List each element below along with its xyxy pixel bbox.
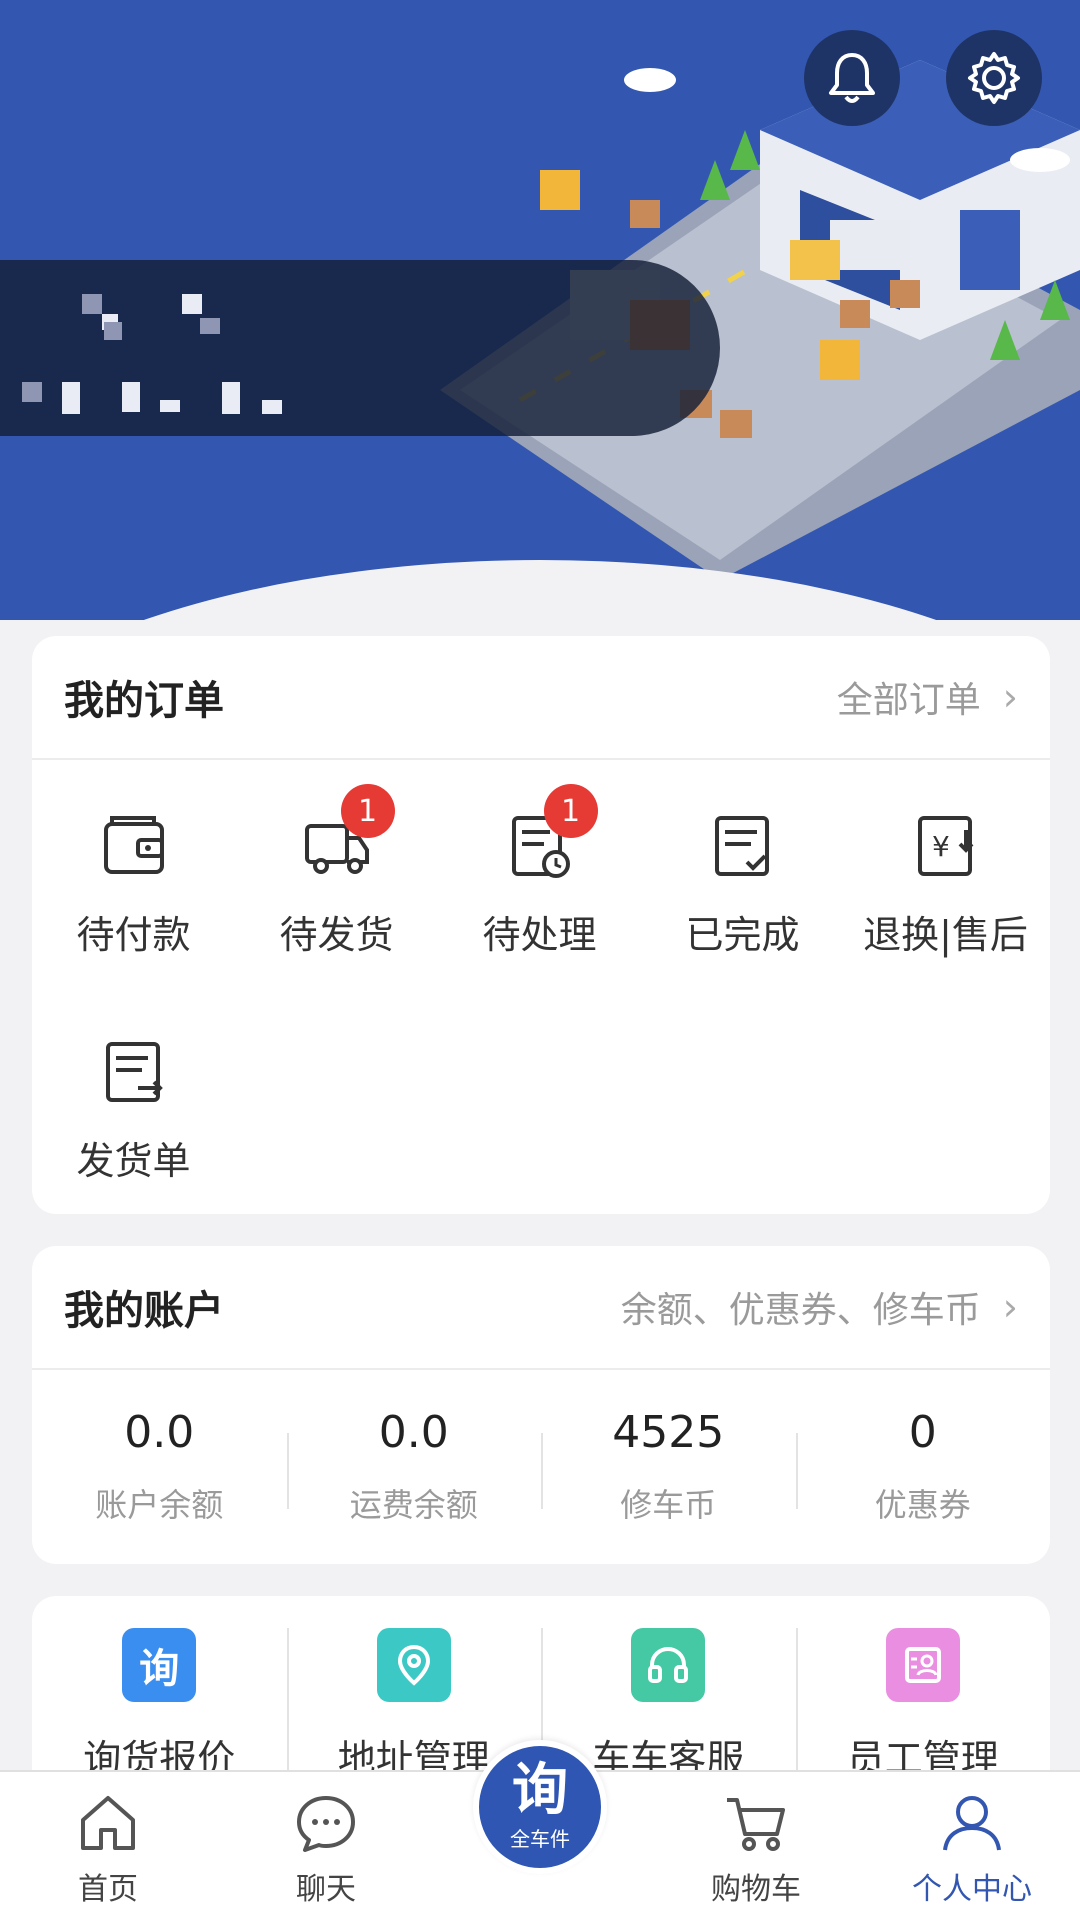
chevron-right-icon: › — [1002, 1285, 1018, 1329]
masked-text — [262, 400, 282, 414]
masked-text — [182, 294, 202, 314]
masked-text — [104, 322, 122, 340]
stat-value: 0.0 — [378, 1406, 449, 1458]
inquiry-icon: 询 — [122, 1628, 197, 1702]
tab-label: 聊天 — [296, 1872, 356, 1907]
masked-text — [200, 318, 220, 334]
tab-profile[interactable]: 个人中心 — [892, 1790, 1052, 1908]
orders-title: 我的订单 — [64, 678, 224, 724]
person-icon — [943, 1796, 1001, 1851]
inquiry-logo-icon: 询 全车件 — [473, 1740, 607, 1874]
orders-header: 我的订单 全部订单 › — [32, 636, 1050, 760]
headset-icon — [631, 1628, 706, 1702]
center-glyph: 询 — [512, 1757, 568, 1823]
user-info-banner[interactable] — [0, 260, 720, 436]
profile-page: 我的订单 全部订单 › 待付款 1 待发货 1 待处理 已完成 ¥ 退换|售后 … — [0, 0, 1080, 1920]
masked-text — [22, 382, 42, 402]
stat-repair-coins[interactable]: 4525 修车币 — [541, 1407, 796, 1526]
tab-home[interactable]: 首页 — [28, 1790, 188, 1908]
chevron-right-icon: › — [1002, 675, 1018, 719]
wallet-icon — [103, 816, 164, 874]
shipping-doc-icon — [105, 1042, 163, 1102]
orders-card: 我的订单 全部订单 › 待付款 1 待发货 1 待处理 已完成 ¥ 退换|售后 … — [32, 636, 1050, 1214]
account-title: 我的账户 — [64, 1288, 224, 1334]
account-header: 我的账户 余额、优惠券、修车币 › — [32, 1246, 1050, 1370]
stat-value: 0.0 — [124, 1406, 195, 1458]
tab-chat[interactable]: 聊天 — [246, 1790, 406, 1908]
order-icon-wrap: 1 — [301, 784, 395, 882]
stat-value: 0 — [908, 1406, 937, 1458]
tab-label: 首页 — [78, 1872, 138, 1907]
account-card: 我的账户 余额、优惠券、修车币 › 0.0 账户余额 0.0 运费余额 4525… — [32, 1246, 1050, 1564]
account-stats: 0.0 账户余额 0.0 运费余额 4525 修车币 0 优惠券 — [32, 1370, 1050, 1562]
location-pin-icon — [376, 1628, 451, 1702]
stat-freight-balance[interactable]: 0.0 运费余额 — [286, 1406, 542, 1526]
settings-button[interactable] — [946, 30, 1042, 126]
center-label: 全车件 — [510, 1826, 570, 1851]
account-detail-link[interactable]: 余额、优惠券、修车币 › — [621, 1281, 1018, 1333]
masked-text — [222, 382, 240, 414]
order-label: 待处理 — [482, 913, 597, 957]
tab-label: 购物车 — [711, 1872, 801, 1907]
cart-icon — [727, 1798, 785, 1851]
order-label: 待付款 — [76, 913, 191, 957]
order-status-grid: 待付款 1 待发货 1 待处理 已完成 ¥ 退换|售后 发货单 — [32, 760, 1050, 1214]
tab-label: 个人中心 — [912, 1872, 1032, 1907]
stat-label: 运费余额 — [349, 1485, 478, 1524]
order-label: 退换|售后 — [863, 913, 1028, 957]
stat-coupons[interactable]: 0 优惠券 — [795, 1406, 1051, 1526]
order-refund-aftersale[interactable]: ¥ 退换|售后 — [844, 810, 1047, 959]
notification-badge: 1 — [543, 784, 598, 838]
id-card-icon — [885, 1628, 960, 1702]
order-shipping-list[interactable]: 发货单 — [32, 1036, 235, 1185]
account-link-label: 余额、优惠券、修车币 — [620, 1290, 981, 1331]
check-doc-icon — [714, 816, 769, 876]
stat-value: 4525 — [612, 1406, 725, 1458]
all-orders-link[interactable]: 全部订单 › — [837, 671, 1018, 723]
order-pending-processing[interactable]: 1 待处理 — [438, 784, 641, 959]
gear-icon — [968, 52, 1020, 104]
stat-label: 账户余额 — [95, 1485, 224, 1524]
stat-label: 优惠券 — [874, 1485, 971, 1524]
chat-bubble-icon — [297, 1796, 355, 1852]
stat-label: 修车币 — [620, 1485, 717, 1524]
masked-text — [122, 382, 140, 412]
order-label: 待发货 — [279, 913, 394, 957]
all-orders-label: 全部订单 — [836, 680, 981, 721]
notification-badge: 1 — [340, 784, 395, 838]
order-completed[interactable]: 已完成 — [641, 810, 844, 959]
notification-button[interactable] — [804, 30, 900, 126]
refund-icon: ¥ — [917, 816, 973, 876]
order-label: 已完成 — [685, 913, 800, 957]
svg-text:¥: ¥ — [932, 830, 950, 863]
center-inquiry-button[interactable]: 询 全车件 — [470, 1740, 610, 1896]
home-icon — [81, 1796, 135, 1850]
stat-account-balance[interactable]: 0.0 账户余额 — [32, 1407, 287, 1526]
masked-text — [160, 400, 180, 412]
bell-icon — [829, 53, 875, 103]
order-label: 发货单 — [76, 1139, 191, 1183]
order-icon-wrap: 1 — [504, 784, 598, 882]
header-banner — [0, 0, 1080, 620]
tab-cart[interactable]: 购物车 — [676, 1790, 836, 1908]
order-pending-payment[interactable]: 待付款 — [32, 810, 235, 959]
masked-text — [62, 382, 80, 414]
order-pending-shipment[interactable]: 1 待发货 — [235, 784, 438, 959]
avatar — [82, 294, 102, 314]
